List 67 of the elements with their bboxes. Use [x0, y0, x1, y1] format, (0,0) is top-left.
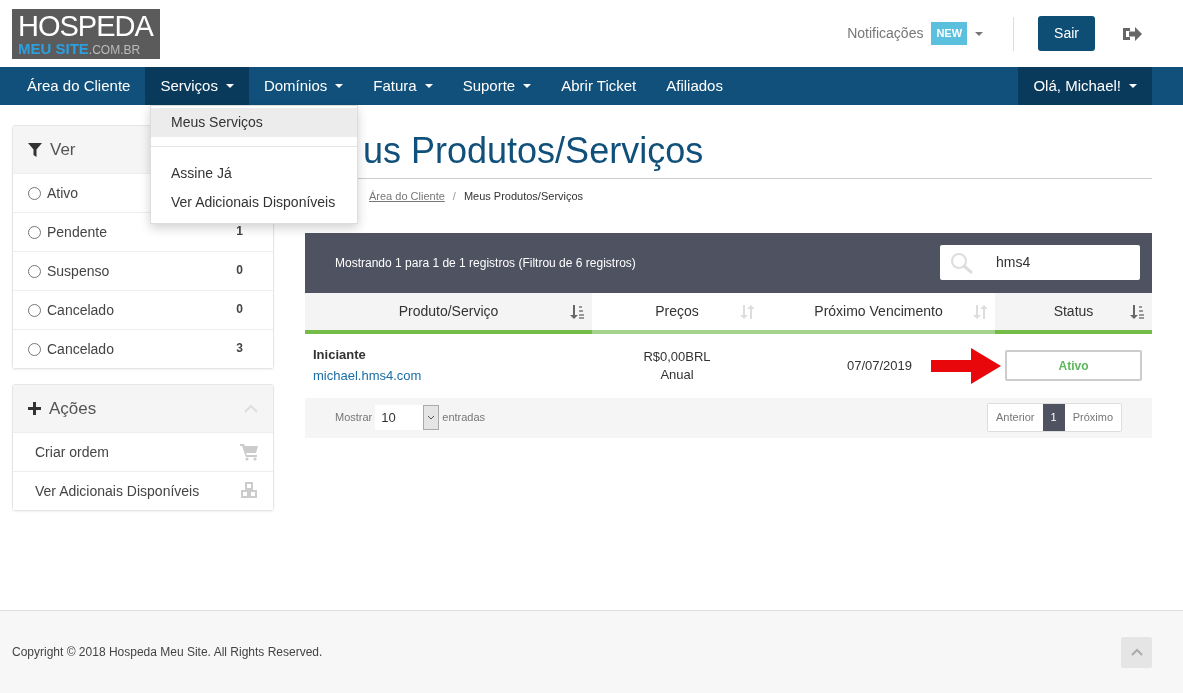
back-to-top-button[interactable]	[1121, 636, 1152, 668]
plus-icon	[28, 402, 41, 415]
product-name: Iniciante	[313, 346, 367, 365]
logo[interactable]: HOSPEDA MEU SITE.COM.BR	[12, 8, 160, 59]
table-info: Mostrando 1 para 1 de 1 registros (Filtrou de 6 registros)	[335, 254, 636, 272]
nav-item[interactable]: Área do Cliente	[12, 67, 146, 105]
nav-item[interactable]: Suporte	[447, 67, 547, 105]
nav-item[interactable]: Serviços	[145, 67, 249, 105]
column-header[interactable]: Status	[995, 292, 1152, 334]
caret-icon	[523, 84, 532, 88]
filter-label: Ativo	[47, 183, 79, 203]
menu-item[interactable]: Ver Adicionais Disponíveis	[151, 188, 357, 217]
status-label: Ativo	[1005, 350, 1142, 382]
cubes-icon	[240, 482, 258, 500]
logout-icon[interactable]	[1121, 24, 1143, 43]
count: 1	[236, 223, 243, 240]
nav-item[interactable]: Domínios	[248, 67, 359, 105]
chevron-down-icon	[427, 415, 436, 421]
sort-icon	[1130, 304, 1144, 319]
new-badge: NEW	[931, 22, 968, 45]
nav-item[interactable]: Abrir Ticket	[546, 67, 652, 105]
page-button[interactable]: 1	[1042, 404, 1065, 431]
panel-title: Ver	[50, 138, 76, 161]
domain-link[interactable]: michael.hms4.com	[313, 367, 422, 383]
search-icon	[950, 251, 974, 274]
user-menu[interactable]: Olá, Michael!	[1018, 67, 1152, 105]
arrow-icon	[931, 347, 1003, 384]
count: 0	[236, 262, 243, 279]
caret-icon	[1129, 84, 1137, 88]
filter-label: Cancelado	[47, 300, 114, 320]
breadcrumb-current: Meus Produtos/Serviços	[463, 189, 584, 205]
sort-icon	[740, 304, 754, 319]
nav-item[interactable]: Afiliados	[651, 67, 738, 105]
caret-icon	[225, 84, 234, 88]
sort-icon	[570, 304, 584, 319]
length-label: entradas	[442, 410, 486, 426]
column-header[interactable]: Preços	[592, 292, 762, 334]
action-link[interactable]: Criar ordem	[35, 441, 109, 463]
nav-item[interactable]: Fatura	[358, 67, 448, 105]
caret-icon	[335, 84, 344, 88]
caret-icon	[424, 84, 433, 88]
filter-icon	[28, 142, 42, 157]
page-title: us Produtos/Serviços	[363, 129, 705, 173]
menu-item[interactable]: Meus Serviços	[151, 108, 357, 137]
logout-button[interactable]: Sair	[1038, 16, 1095, 51]
filter-label: Suspenso	[47, 261, 110, 281]
filter-label: Cancelado	[47, 339, 114, 359]
filter-label: Pendente	[47, 222, 107, 242]
due-date: 07/07/2019	[846, 356, 912, 375]
menu-item[interactable]: Assine Já	[151, 159, 357, 188]
count: 3	[236, 340, 243, 357]
notifications-menu[interactable]: Notificações NEW	[841, 21, 990, 46]
sort-icon	[973, 304, 987, 319]
page-size-select[interactable]: 10	[375, 405, 440, 431]
breadcrumb-separator: /	[452, 189, 456, 205]
count: 0	[236, 301, 243, 318]
copyright-text: Copyright © 2018 Hospeda Meu Site. All Rights Reserved.	[12, 644, 323, 661]
action-link[interactable]: Ver Adicionais Disponíveis	[35, 480, 200, 502]
chevron-up-icon	[1130, 648, 1143, 656]
price-cell-text: R$0,00BRL Anual	[642, 348, 712, 384]
panel-title: Ações	[49, 397, 97, 420]
cart-icon	[240, 443, 258, 461]
caret-icon	[975, 31, 984, 36]
length-label: Mostrar	[335, 410, 373, 426]
breadcrumb-link[interactable]: Área do Cliente	[369, 188, 445, 205]
column-header[interactable]: Produto/Serviço	[305, 292, 592, 334]
search-box[interactable]: hms4	[940, 245, 1140, 281]
